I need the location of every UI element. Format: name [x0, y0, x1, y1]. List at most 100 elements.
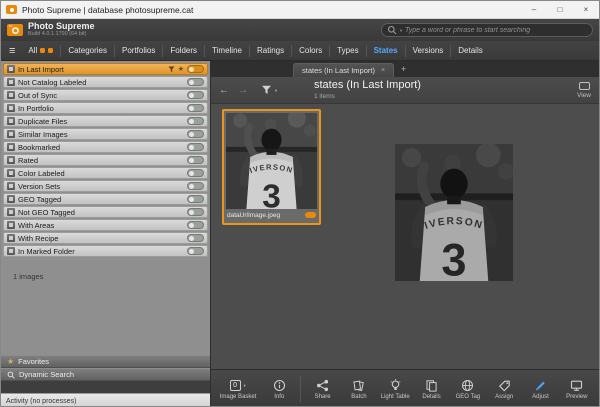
state-toggle[interactable] [187, 195, 204, 203]
nav-tab-portfolios[interactable]: Portfolios [114, 45, 162, 57]
share-icon [316, 379, 329, 392]
main-nav: ≡ All Categories Portfolios Folders Time… [1, 41, 599, 61]
close-button[interactable]: × [573, 1, 599, 18]
state-toggle[interactable] [187, 247, 204, 255]
search-box[interactable]: ▼ [381, 23, 593, 37]
state-toggle[interactable] [187, 143, 204, 151]
view-frame-icon [579, 82, 590, 90]
search-scope-caret-icon[interactable]: ▼ [399, 28, 403, 33]
state-toggle[interactable] [187, 78, 204, 86]
titlebar: Photo Supreme | database photosupreme.ca… [1, 1, 599, 19]
geo-tag-button[interactable]: GEO Tag [450, 378, 486, 400]
collection-tab[interactable]: states (In Last Import) × [293, 63, 394, 77]
state-toggle[interactable] [187, 65, 204, 73]
filter-button[interactable]: ▼ [261, 85, 278, 95]
nav-tab-details[interactable]: Details [450, 45, 489, 57]
state-icon [7, 247, 15, 255]
state-toggle[interactable] [187, 156, 204, 164]
preview-photo[interactable] [395, 144, 513, 281]
globe-icon [461, 379, 474, 392]
sidebar-item-out-of-sync[interactable]: Out of Sync [3, 89, 208, 101]
nav-tab-folders[interactable]: Folders [162, 45, 204, 57]
sidebar-item-not-catalog-labeled[interactable]: Not Catalog Labeled [3, 76, 208, 88]
adjust-button[interactable]: Adjust [522, 378, 558, 400]
sidebar-item-rated[interactable]: Rated [3, 154, 208, 166]
tab-close-icon[interactable]: × [381, 67, 385, 74]
filter-funnel-icon [261, 85, 272, 95]
nav-tab-versions[interactable]: Versions [405, 45, 451, 57]
pages-icon [425, 379, 438, 392]
chevron-down-icon[interactable]: ▼ [243, 383, 247, 388]
info-button[interactable]: Info [261, 378, 297, 400]
assign-button[interactable]: Assign [486, 378, 522, 400]
dynamic-search-section-header[interactable]: Dynamic Search [1, 368, 210, 381]
nav-tab-all[interactable]: All [21, 45, 60, 57]
share-button[interactable]: Share [304, 378, 340, 400]
body: In Last Import ★ Not Catalog Labeled Out… [1, 61, 599, 407]
view-label: View [577, 92, 591, 99]
state-toggle[interactable] [187, 182, 204, 190]
search-input[interactable] [405, 27, 587, 34]
pencil-icon [534, 379, 547, 392]
state-toggle[interactable] [187, 208, 204, 216]
preview-button[interactable]: Preview [559, 378, 595, 400]
sidebar-item-bookmarked[interactable]: Bookmarked [3, 141, 208, 153]
nav-tab-states[interactable]: States [366, 45, 405, 57]
sidebar-spacer [1, 281, 210, 355]
state-label: Similar Images [18, 130, 184, 139]
light-table-button[interactable]: Light Table [377, 378, 413, 400]
sidebar-item-not-geo-tagged[interactable]: Not GEO Tagged [3, 206, 208, 218]
state-icon [7, 195, 15, 203]
view-button[interactable]: View [577, 82, 591, 99]
sidebar-bottom-gap [1, 381, 210, 393]
sidebar-item-duplicate-files[interactable]: Duplicate Files [3, 115, 208, 127]
state-toggle[interactable] [187, 130, 204, 138]
nav-tab-colors[interactable]: Colors [291, 45, 329, 57]
batch-button[interactable]: Batch [341, 378, 377, 400]
tag-icon [498, 379, 511, 392]
sidebar-item-in-marked-folder[interactable]: In Marked Folder [3, 245, 208, 257]
maximize-button[interactable]: □ [547, 1, 573, 18]
minimize-button[interactable]: – [521, 1, 547, 18]
back-arrow-icon[interactable]: ← [219, 85, 229, 96]
sidebar-item-with-recipe[interactable]: With Recipe [3, 232, 208, 244]
state-icon [7, 234, 15, 242]
sidebar-item-geo-tagged[interactable]: GEO Tagged [3, 193, 208, 205]
state-toggle[interactable] [187, 221, 204, 229]
add-tab-button[interactable]: + [401, 64, 406, 74]
state-icon [7, 221, 15, 229]
version-badge [305, 212, 316, 218]
favorites-section-header[interactable]: ★ Favorites [1, 355, 210, 368]
state-toggle[interactable] [187, 234, 204, 242]
sidebar-item-with-areas[interactable]: With Areas [3, 219, 208, 231]
nav-tab-categories[interactable]: Categories [60, 45, 114, 57]
state-toggle[interactable] [187, 169, 204, 177]
sidebar-item-similar-images[interactable]: Similar Images [3, 128, 208, 140]
state-icon [7, 182, 15, 190]
details-button[interactable]: Details [413, 378, 449, 400]
sidebar-item-color-labeled[interactable]: Color Labeled [3, 167, 208, 179]
state-toggle[interactable] [187, 104, 204, 112]
sidebar-item-in-last-import[interactable]: In Last Import ★ [3, 63, 208, 75]
batch-icon [352, 379, 365, 392]
state-toggle[interactable] [187, 117, 204, 125]
nav-tab-ratings[interactable]: Ratings [249, 45, 291, 57]
sidebar-item-version-sets[interactable]: Version Sets [3, 180, 208, 192]
thumbnail-selected[interactable]: dataUrlImage.jpeg [222, 109, 321, 225]
adjust-label: Adjust [532, 394, 549, 400]
state-toggle[interactable] [187, 91, 204, 99]
forward-arrow-icon[interactable]: → [238, 85, 248, 96]
state-icon [7, 91, 15, 99]
menu-icon[interactable]: ≡ [9, 45, 15, 57]
favorites-label: Favorites [18, 357, 49, 366]
state-icon [7, 156, 15, 164]
state-icon [7, 143, 15, 151]
thumbnail-caption: dataUrlImage.jpeg [226, 209, 317, 221]
toolbar-separator [300, 376, 301, 402]
sidebar-item-in-portfolio[interactable]: In Portfolio [3, 102, 208, 114]
collection-title: states (In Last Import) [314, 80, 421, 91]
image-basket-button[interactable]: 0 ▼ Image Basket [215, 378, 261, 400]
nav-tab-timeline[interactable]: Timeline [204, 45, 249, 57]
nav-tab-types[interactable]: Types [329, 45, 365, 57]
assign-label: Assign [495, 394, 513, 400]
